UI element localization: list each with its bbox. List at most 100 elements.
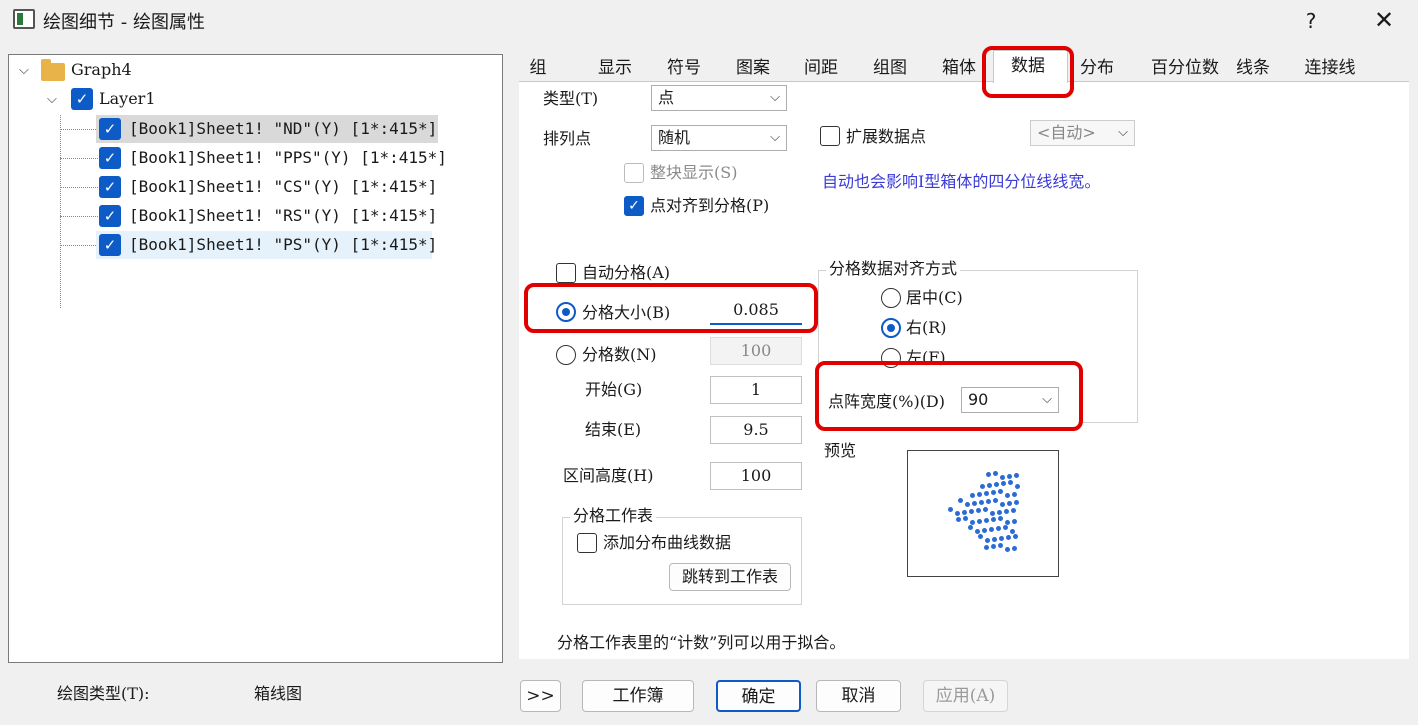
preview-dot [1015,484,1020,489]
plot-checkbox[interactable]: ✓ [99,147,121,169]
preview-dot [1012,519,1017,524]
preview-dot [998,489,1003,494]
tab-display[interactable]: 显示 [595,54,635,82]
tree-item-label: [Book1]Sheet1! "PPS"(Y) [1*:415*] [129,148,447,167]
align-right-radio[interactable] [881,318,901,338]
preview-dot [979,500,984,505]
tree-item-label: [Book1]Sheet1! "PS"(Y) [1*:415*] [129,235,438,254]
preview-dot [977,492,982,497]
start-label: 开始(G) [585,380,643,399]
snap-to-bin-checkbox[interactable]: ✓ [624,196,644,216]
expand-points-checkbox[interactable] [820,126,840,146]
align-right-label: 右(R) [906,318,947,337]
preview-dot [991,490,996,495]
ok-button[interactable]: 确定 [716,680,801,712]
block-display-label: 整块显示(S) [650,163,738,182]
footer-note: 分格工作表里的“计数”列可以用于拟合。 [557,633,846,652]
preview-dot [987,483,992,488]
tab-symbol[interactable]: 符号 [664,54,704,82]
tree-node-layer[interactable]: ⌵ ✓ Layer1 [9,86,309,112]
plot-checkbox[interactable]: ✓ [99,176,121,198]
apply-button[interactable]: 应用(A) [923,680,1008,712]
expand-points-dropdown[interactable]: <自动> ⌵ [1030,120,1135,146]
tab-pattern[interactable]: 图案 [733,54,773,82]
tree-node-graph[interactable]: ⌵ Graph4 [9,57,309,83]
bin-count-input[interactable]: 100 [710,337,802,365]
plot-checkbox[interactable]: ✓ [99,205,121,227]
tab-distribution[interactable]: 分布 [1077,54,1117,82]
end-input[interactable]: 9.5 [710,416,802,444]
preview-dot [998,543,1003,548]
tab-connect-line[interactable]: 连接线 [1301,54,1359,82]
preview-dot [948,507,953,512]
align-center-radio[interactable] [881,288,901,308]
tree-item-plot[interactable]: ✓ [Book1]Sheet1! "ND"(Y) [1*:415*] [9,116,489,142]
help-button[interactable]: ? [1298,6,1324,36]
info-note: 自动也会影响I型箱体的四分位线线宽。 [818,170,1140,232]
chevron-down-icon: ⌵ [770,130,780,145]
start-input[interactable]: 1 [710,376,802,404]
tab-spacing[interactable]: 间距 [801,54,841,82]
preview-dot [986,472,991,477]
close-button[interactable]: ✕ [1368,4,1400,36]
preview-dot [970,493,975,498]
highlight-box-dot-width [815,361,1083,431]
preview-dot [1014,473,1019,478]
plot-tree: ⌵ Graph4 ⌵ ✓ Layer1 ✓ [Book1]Sheet1! "ND… [8,54,503,663]
cancel-button[interactable]: 取消 [816,680,901,712]
highlight-box-bin-size [524,283,818,333]
plot-checkbox[interactable]: ✓ [99,118,121,140]
preview-dot [993,471,998,476]
preview-dot [977,519,982,524]
preview-dot [1000,502,1005,507]
tab-box[interactable]: 箱体 [939,54,979,82]
layer-checkbox[interactable]: ✓ [71,88,93,110]
preview-dot [982,528,987,533]
preview-box [907,450,1059,577]
tab-percentile[interactable]: 百分位数 [1146,54,1224,82]
expand-points-label: 扩展数据点 [846,127,927,146]
preview-dot [999,536,1004,541]
arrange-dropdown[interactable]: 随机 ⌵ [651,125,787,151]
preview-dot [962,510,967,515]
chevron-down-icon[interactable]: ⌵ [47,93,59,106]
auto-bin-checkbox[interactable] [556,263,576,283]
interval-height-label: 区间高度(H) [563,466,654,485]
preview-dot [976,508,981,513]
preview-dot [985,538,990,543]
add-curve-checkbox[interactable] [577,533,597,553]
preview-dot [1001,481,1006,486]
preview-dot [1014,500,1019,505]
chevron-down-icon[interactable]: ⌵ [19,64,31,77]
preview-dot [984,491,989,496]
bin-worksheet-group [562,517,802,605]
type-dropdown[interactable]: 点 ⌵ [651,85,787,111]
interval-height-input[interactable]: 100 [710,462,802,490]
type-value: 点 [658,88,675,107]
tree-label-graph: Graph4 [71,60,132,79]
tree-item-plot[interactable]: ✓ [Book1]Sheet1! "PPS"(Y) [1*:415*] [9,145,489,171]
preview-dot [989,527,994,532]
workbook-button[interactable]: 工作簿 [582,680,694,712]
preview-dot [956,517,961,522]
preview-dot [1008,480,1013,485]
arrange-value: 随机 [658,128,691,147]
tab-lines[interactable]: 线条 [1233,54,1273,82]
plot-checkbox[interactable]: ✓ [99,234,121,256]
goto-worksheet-button[interactable]: 跳转到工作表 [669,563,791,591]
preview-dot [1005,547,1010,552]
tree-item-label: [Book1]Sheet1! "CS"(Y) [1*:415*] [129,177,438,196]
end-label: 结束(E) [585,420,642,439]
auto-bin-label: 自动分格(A) [582,263,671,282]
bin-count-radio[interactable] [556,345,576,365]
tree-item-plot[interactable]: ✓ [Book1]Sheet1! "RS"(Y) [1*:415*] [9,203,489,229]
preview-dot [986,499,991,504]
tab-subplot[interactable]: 组图 [870,54,910,82]
preview-dot [965,502,970,507]
tree-item-plot[interactable]: ✓ [Book1]Sheet1! "PS"(Y) [1*:415*] [9,232,489,258]
block-display-checkbox[interactable] [624,163,644,183]
expand-button[interactable]: >> [520,680,561,712]
tree-item-plot[interactable]: ✓ [Book1]Sheet1! "CS"(Y) [1*:415*] [9,174,489,200]
tab-group[interactable]: 组 [527,54,549,82]
bin-worksheet-group-label: 分格工作表 [570,505,657,527]
